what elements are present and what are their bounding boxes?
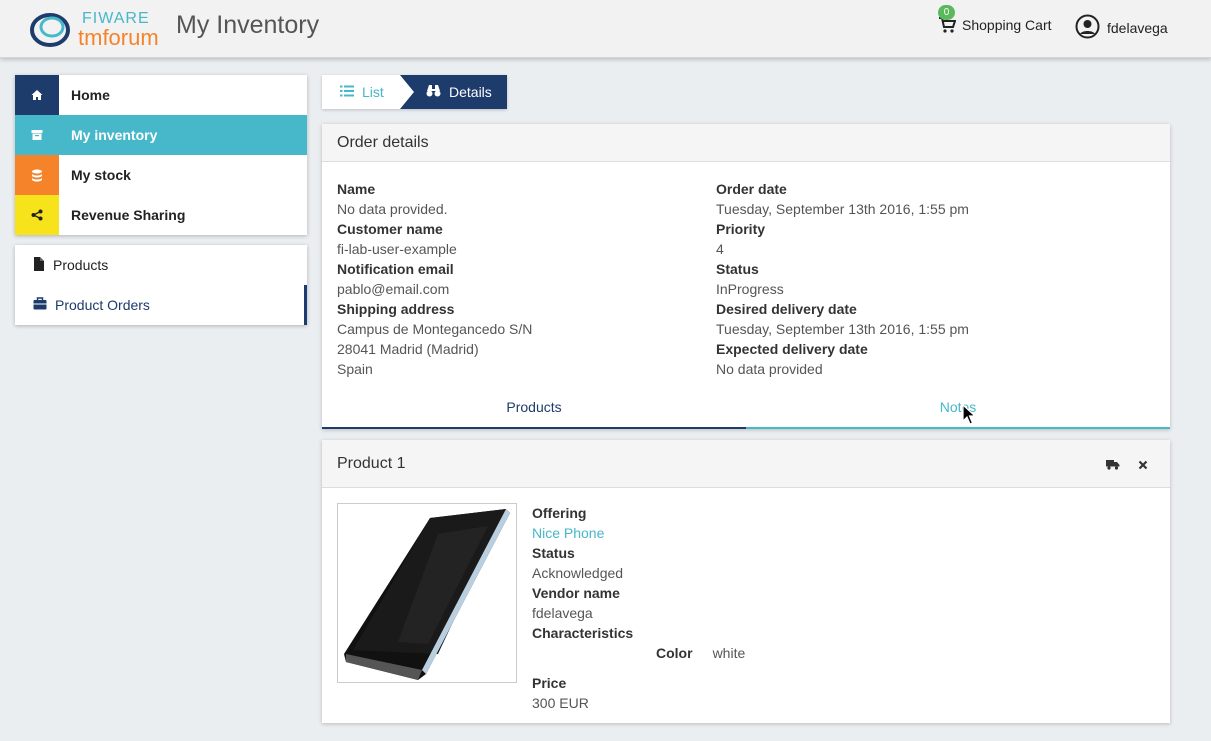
- subnav-item-product-orders[interactable]: Product Orders: [15, 285, 307, 325]
- logo-bottom-text: tmforum: [78, 25, 159, 50]
- shipping-address-label: Shipping address: [337, 301, 455, 317]
- cart-count-badge: 0: [938, 5, 955, 20]
- username: fdelavega: [1107, 20, 1168, 36]
- shipping-address-line1: Campus de Montegancedo S/N: [337, 321, 533, 337]
- nav-label-revenue-sharing: Revenue Sharing: [71, 207, 186, 223]
- product-panel: Product 1 Offering Nice Phone Status Ack…: [322, 440, 1170, 723]
- nav-label-my-stock: My stock: [71, 167, 131, 183]
- nav-item-my-stock[interactable]: My stock: [15, 155, 307, 195]
- subnav-label-products: Products: [53, 257, 109, 273]
- breadcrumb-list-label: List: [362, 84, 384, 100]
- order-date-label: Order date: [716, 181, 787, 197]
- cart-icon: 0: [938, 5, 957, 34]
- nav-item-home[interactable]: Home: [15, 75, 307, 115]
- price-label: Price: [532, 675, 567, 691]
- database-icon: [15, 155, 59, 195]
- list-icon: [340, 84, 354, 100]
- user-avatar-icon: [1075, 14, 1100, 42]
- binoculars-icon: [426, 84, 441, 100]
- breadcrumb-details-label: Details: [449, 84, 492, 100]
- page-title: My Inventory: [176, 11, 320, 39]
- priority-label: Priority: [716, 221, 766, 237]
- product-info: Offering Nice Phone Status Acknowledged …: [532, 503, 745, 713]
- mouse-pointer-icon: [962, 403, 977, 428]
- characteristics-label: Characteristics: [532, 625, 634, 641]
- close-icon[interactable]: [1138, 457, 1148, 473]
- offering-link[interactable]: Nice Phone: [532, 523, 745, 543]
- characteristic-value: white: [712, 645, 746, 661]
- priority-value: 4: [716, 241, 724, 257]
- name-value: No data provided.: [337, 201, 448, 217]
- breadcrumb: List Details: [322, 75, 507, 109]
- product-actions: [1106, 457, 1148, 473]
- subnav-item-products[interactable]: Products: [15, 245, 307, 285]
- offering-label: Offering: [532, 505, 587, 521]
- top-header: FIWARE tmforum My Inventory 0 Shopping C…: [0, 0, 1211, 58]
- archive-icon: [15, 115, 59, 155]
- nav-label-home: Home: [71, 87, 110, 103]
- expected-delivery-label: Expected delivery date: [716, 341, 868, 357]
- product-image: [337, 503, 517, 683]
- customer-name-value: fi-lab-user-example: [337, 241, 457, 257]
- nav-item-revenue-sharing[interactable]: Revenue Sharing: [15, 195, 307, 235]
- truck-icon[interactable]: [1106, 457, 1120, 473]
- order-details-title: Order details: [322, 124, 1170, 162]
- subnav-label-product-orders: Product Orders: [55, 297, 150, 313]
- breadcrumb-separator: [400, 75, 414, 109]
- breadcrumb-list[interactable]: List: [322, 75, 400, 109]
- briefcase-icon: [33, 297, 47, 313]
- share-icon: [15, 195, 59, 235]
- order-date-value: Tuesday, September 13th 2016, 1:55 pm: [716, 201, 969, 217]
- file-icon: [33, 256, 45, 274]
- nav-label-my-inventory: My inventory: [71, 127, 158, 143]
- user-menu[interactable]: fdelavega: [1075, 14, 1168, 42]
- status-label: Status: [716, 261, 759, 277]
- notification-email-value: pablo@email.com: [337, 281, 450, 297]
- inventory-subnav: Products Product Orders: [15, 245, 307, 325]
- shipping-address-line2: 28041 Madrid (Madrid): [337, 341, 479, 357]
- nav-item-my-inventory[interactable]: My inventory: [15, 115, 307, 155]
- order-details-panel: Order details Name No data provided. Cus…: [322, 124, 1170, 429]
- main-nav: Home My inventory My stock Revenue Shari…: [15, 75, 307, 235]
- shipping-address-line3: Spain: [337, 361, 373, 377]
- cart-label: Shopping Cart: [962, 17, 1052, 33]
- order-details-left-column: Name No data provided. Customer name fi-…: [337, 179, 532, 379]
- characteristic-key: Color: [656, 645, 693, 661]
- home-icon: [15, 75, 59, 115]
- shopping-cart-link[interactable]: 0 Shopping Cart: [938, 5, 1052, 34]
- status-value: InProgress: [716, 281, 784, 297]
- customer-name-label: Customer name: [337, 221, 443, 237]
- fiware-tmforum-logo[interactable]: FIWARE tmforum: [30, 6, 170, 50]
- product-status-value: Acknowledged: [532, 565, 624, 581]
- desired-delivery-label: Desired delivery date: [716, 301, 857, 317]
- price-value: 300 EUR: [532, 695, 589, 711]
- order-tabs: Products Notes: [322, 392, 1170, 429]
- expected-delivery-value: No data provided: [716, 361, 823, 377]
- characteristic-row: Color white: [532, 643, 745, 663]
- product-title: Product 1: [322, 440, 1170, 488]
- product-status-label: Status: [532, 545, 575, 561]
- breadcrumb-details[interactable]: Details: [400, 75, 507, 109]
- name-label: Name: [337, 181, 376, 197]
- order-details-right-column: Order date Tuesday, September 13th 2016,…: [716, 179, 969, 379]
- tab-notes[interactable]: Notes: [746, 392, 1170, 429]
- vendor-name-label: Vendor name: [532, 585, 620, 601]
- notification-email-label: Notification email: [337, 261, 454, 277]
- tab-products[interactable]: Products: [322, 392, 746, 429]
- vendor-name-value: fdelavega: [532, 605, 593, 621]
- desired-delivery-value: Tuesday, September 13th 2016, 1:55 pm: [716, 321, 969, 337]
